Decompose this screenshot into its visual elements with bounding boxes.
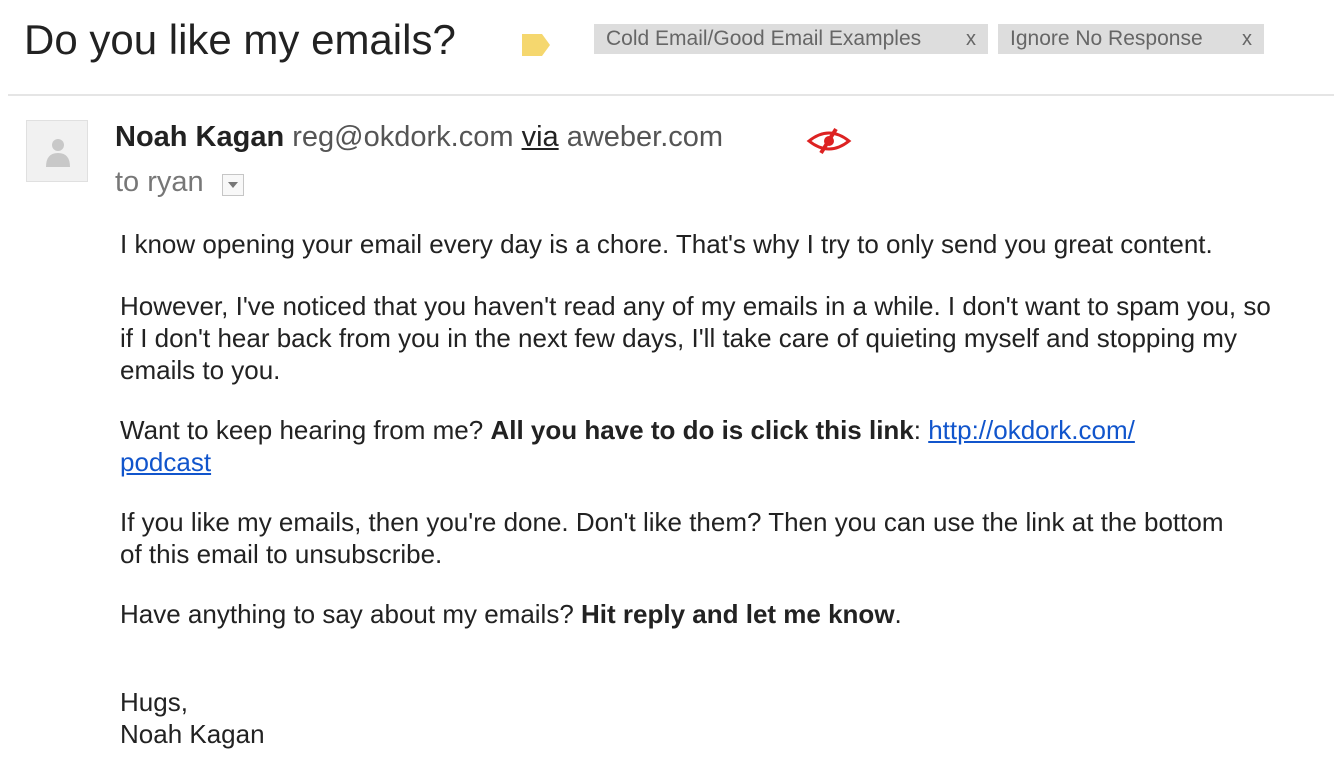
label-chip-ignore-no-response[interactable]: Ignore No Response x: [998, 24, 1264, 54]
sender-line: Noah Kagan reg@okdork.com via aweber.com: [115, 119, 723, 155]
signature-name: Noah Kagan: [120, 719, 265, 749]
via-domain: aweber.com: [566, 121, 724, 153]
sender-email[interactable]: reg@okdork.com: [292, 121, 513, 153]
remove-label-button[interactable]: x: [966, 24, 976, 54]
body-bold-text: Hit reply and let me know: [581, 599, 895, 629]
label-chip-cold-email[interactable]: Cold Email/Good Email Examples x: [594, 24, 988, 54]
link-text: http://okdork.com/: [928, 415, 1135, 445]
unauthenticated-sender-icon[interactable]: [806, 127, 852, 155]
label-chip-name: Cold Email/Good Email Examples: [606, 27, 922, 50]
body-bold-text: All you have to do is click this link: [490, 415, 914, 445]
header-divider: [8, 94, 1334, 96]
avatar[interactable]: [26, 120, 88, 182]
remove-label-button[interactable]: x: [1242, 24, 1252, 54]
body-text: :: [913, 415, 929, 445]
sender-name[interactable]: Noah Kagan: [115, 121, 284, 153]
signoff: Hugs,: [120, 687, 188, 717]
label-tag-icon[interactable]: [522, 34, 550, 56]
body-text: .: [894, 599, 902, 629]
body-text: Want to keep hearing from me?: [120, 415, 491, 445]
body-paragraph: If you like my emails, then you're done.…: [120, 507, 1224, 569]
email-subject: Do you like my emails?: [24, 16, 456, 63]
body-paragraph: Want to keep hearing from me? All you ha…: [120, 414, 1240, 478]
body-paragraph: However, I've noticed that you haven't r…: [120, 291, 1271, 385]
thread-header: Do you like my emails? Cold Email/Good E…: [0, 0, 1334, 95]
label-chip-name: Ignore No Response: [1010, 27, 1203, 50]
body-text: Have anything to say about my emails?: [120, 599, 582, 629]
chevron-down-icon: [228, 182, 238, 188]
show-details-button[interactable]: [222, 174, 244, 196]
via-link[interactable]: via: [522, 121, 559, 153]
person-icon: [46, 139, 70, 167]
link-text-continued: podcast: [120, 447, 212, 477]
signature-block: Hugs, Noah Kagan: [120, 686, 1320, 750]
body-paragraph: Have anything to say about my emails? Hi…: [120, 598, 1320, 630]
body-paragraph: I know opening your email every day is a…: [120, 229, 1213, 259]
recipient-line: to ryan: [115, 166, 204, 198]
